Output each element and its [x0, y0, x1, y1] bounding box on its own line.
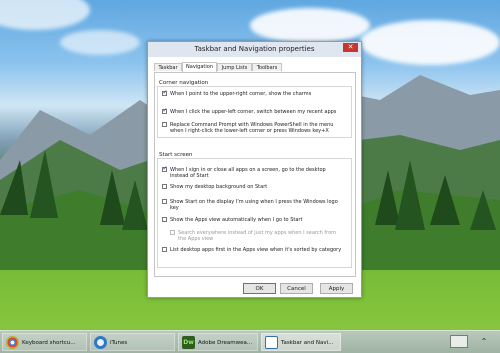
chrome-icon	[6, 336, 19, 349]
option-label: When I sign in or close all apps on a sc…	[170, 166, 326, 179]
taskbar-item-label: Keyboard shortcu...	[22, 340, 76, 346]
taskbar-item-itunes[interactable]: iTunes	[90, 333, 175, 351]
option-label: Show Start on the display I'm using when…	[170, 198, 338, 211]
checkbox[interactable]	[162, 108, 168, 114]
checkbox[interactable]	[162, 184, 167, 189]
taskbar: Keyboard shortcu... iTunes Dw Adobe Drea…	[0, 330, 500, 353]
option-label: List desktop apps first in the Apps view…	[170, 246, 342, 253]
taskbar-item-dreamweaver[interactable]: Dw Adobe Dreamwea...	[178, 333, 258, 351]
option-label: Replace Command Prompt with Windows Powe…	[170, 121, 334, 134]
tab-jump-lists[interactable]: Jump Lists	[217, 63, 252, 71]
checkbox[interactable]	[162, 166, 168, 172]
checkbox[interactable]	[162, 247, 167, 252]
dialog-title: Taskbar and Navigation properties	[194, 45, 315, 53]
settings-window-icon	[265, 336, 278, 349]
dreamweaver-icon: Dw	[182, 336, 195, 349]
properties-dialog: Taskbar and Navigation properties ✕ Task…	[147, 41, 362, 298]
option-label: When I point to the upper-right corner, …	[170, 90, 312, 97]
taskbar-item-label: iTunes	[110, 340, 128, 346]
close-button[interactable]: ✕	[343, 43, 358, 52]
tab-taskbar[interactable]: Taskbar	[154, 63, 182, 71]
itunes-icon	[94, 336, 107, 349]
tab-toolbars[interactable]: Toolbars	[252, 63, 282, 71]
checkbox	[170, 230, 175, 235]
taskbar-item-taskbar-navigation[interactable]: Taskbar and Navi...	[261, 333, 341, 351]
keyboard-icon[interactable]	[450, 335, 468, 348]
checkbox[interactable]	[162, 199, 167, 204]
dialog-titlebar[interactable]: Taskbar and Navigation properties ✕	[148, 42, 361, 57]
checkbox[interactable]	[162, 217, 167, 222]
cancel-button[interactable]: Cancel	[280, 283, 313, 294]
option-label: Search everywhere instead of just my app…	[178, 229, 337, 242]
tab-navigation[interactable]: Navigation	[182, 62, 217, 72]
cloud	[0, 0, 90, 30]
cloud	[250, 8, 370, 43]
taskbar-item-label: Adobe Dreamwea...	[198, 340, 253, 346]
option-label: Show my desktop background on Start	[170, 183, 268, 190]
checkbox[interactable]	[162, 122, 167, 127]
ok-button[interactable]: OK	[243, 283, 276, 294]
chevron-up-icon[interactable]: ⌃	[474, 335, 494, 348]
checkbox[interactable]	[162, 90, 168, 96]
option-label: When I click the upper-left corner, swit…	[170, 108, 337, 115]
taskbar-item-label: Taskbar and Navi...	[281, 340, 334, 346]
taskbar-item-keyboard-shortcuts[interactable]: Keyboard shortcu...	[2, 333, 87, 351]
option-label: Show the Apps view automatically when I …	[170, 216, 303, 223]
apply-button[interactable]: Apply	[320, 283, 353, 294]
